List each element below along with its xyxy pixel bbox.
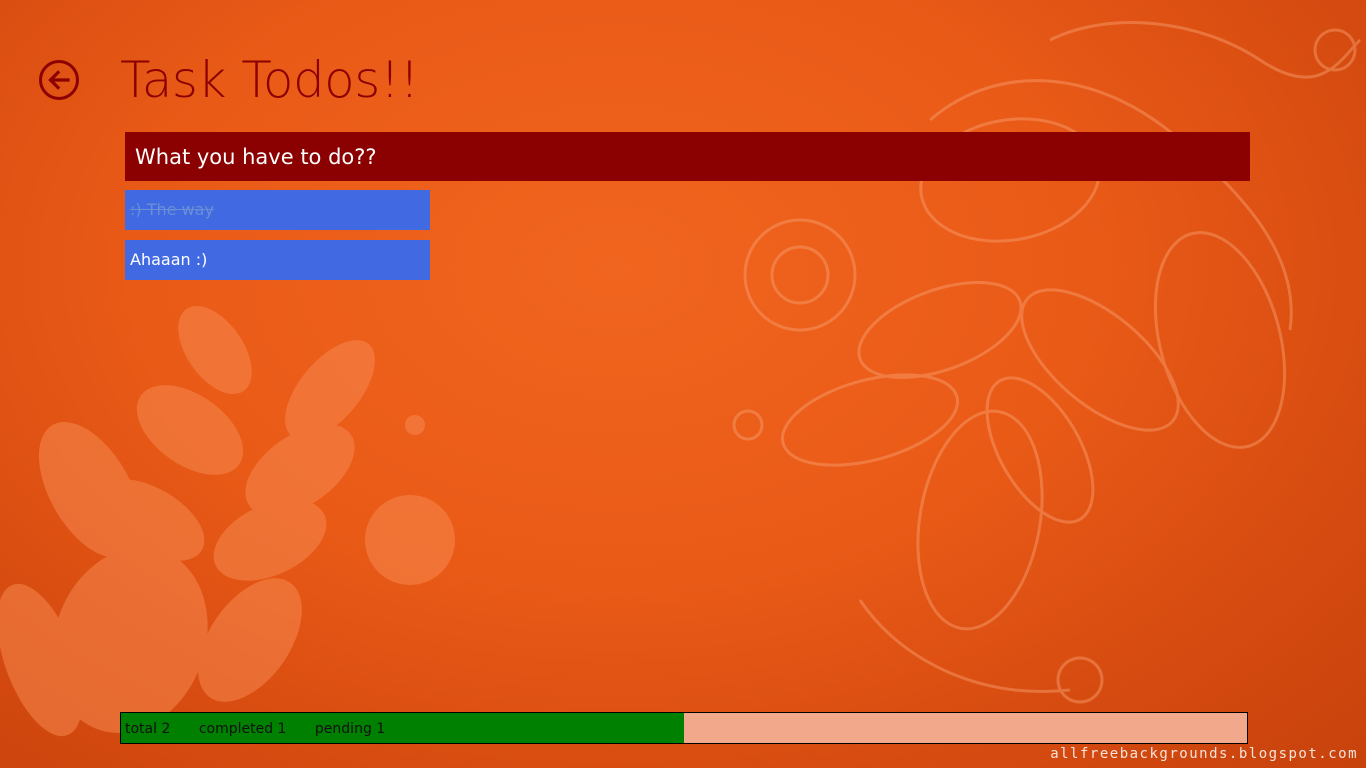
floral-background — [0, 21, 1362, 737]
todo-item[interactable]: :) The way — [125, 190, 430, 230]
total-count: total 2 — [125, 721, 171, 737]
status-summary: total 2 completed 1 pending 1 — [125, 713, 409, 743]
new-task-input[interactable] — [125, 132, 1250, 181]
completed-count: completed 1 — [198, 721, 287, 737]
todo-item-label: :) The way — [130, 200, 214, 219]
todo-item[interactable]: Ahaaan :) — [125, 240, 430, 280]
arrow-left-circle-icon — [39, 60, 79, 100]
watermark: allfreebackgrounds.blogspot.com — [1050, 746, 1358, 762]
page-title: Task Todos!! — [120, 51, 419, 109]
task-progress-bar: total 2 completed 1 pending 1 — [120, 712, 1248, 744]
todo-item-label: Ahaaan :) — [130, 250, 208, 269]
back-button[interactable] — [38, 59, 80, 101]
pending-count: pending 1 — [314, 721, 386, 737]
